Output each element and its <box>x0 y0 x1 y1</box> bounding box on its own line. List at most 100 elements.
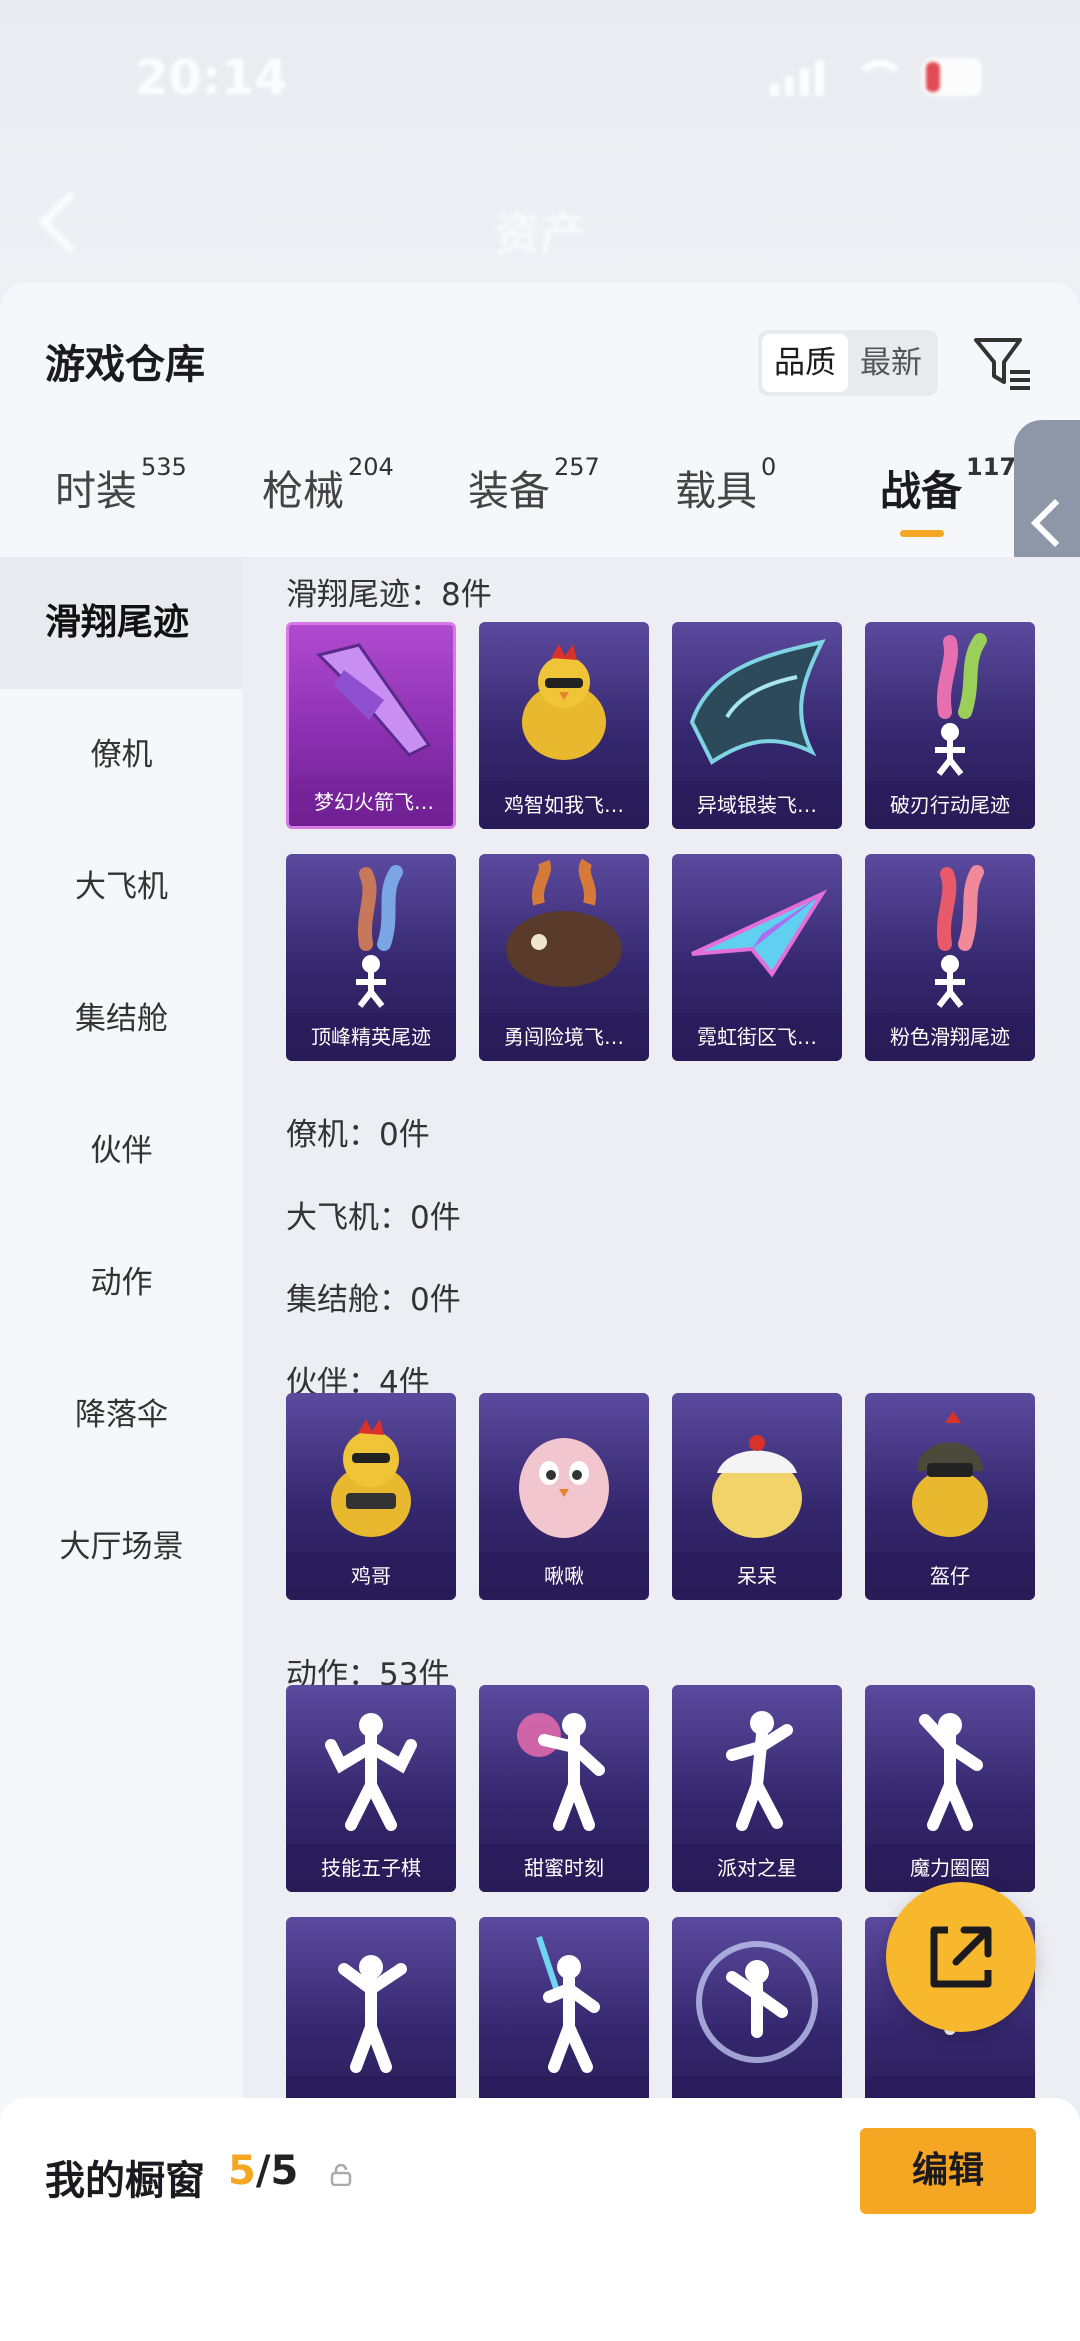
nav-title: 资产 <box>494 207 586 261</box>
tab-count: 117 <box>966 453 1017 481</box>
item-name: 顶峰精英尾迹 <box>286 1013 456 1061</box>
item-name: 鸡哥 <box>286 1552 456 1600</box>
category-tabs: 时装 535 枪械 204 装备 257 载具 0 战备 117 <box>0 437 1080 547</box>
share-button[interactable] <box>886 1882 1036 2032</box>
item-card[interactable]: 梦幻火箭飞… <box>286 622 456 829</box>
item-name: 勇闯险境飞… <box>479 1013 649 1061</box>
smoke-trail-art <box>935 633 987 776</box>
sort-toggle: 品质 最新 <box>758 330 938 396</box>
smoke-trail-art <box>356 865 403 1008</box>
item-card[interactable]: 啾啾 <box>479 1393 649 1600</box>
item-name: 鸡智如我飞… <box>479 781 649 829</box>
tab-count: 0 <box>761 453 777 481</box>
sidebar-item-glide-trail[interactable]: 滑翔尾迹 <box>0 557 243 689</box>
share-icon <box>930 1926 992 1988</box>
item-name: 破刃行动尾迹 <box>865 781 1035 829</box>
tab-costume[interactable]: 时装 535 <box>55 453 187 517</box>
sidebar-item-wingman[interactable]: 僚机 <box>0 689 243 821</box>
sheet-header: 游戏仓库 品质 最新 <box>0 282 1080 432</box>
lock-icon <box>330 2164 352 2186</box>
sort-newest-button[interactable]: 最新 <box>848 334 934 392</box>
tab-count: 257 <box>554 453 600 481</box>
tab-guns[interactable]: 枪械 204 <box>262 453 394 517</box>
battery-icon <box>922 58 982 96</box>
item-card[interactable] <box>672 1917 842 2124</box>
dance-figure-art <box>726 1711 793 1831</box>
silver-trail-art <box>689 639 826 765</box>
status-icons <box>770 58 982 96</box>
wifi-icon <box>850 60 907 96</box>
item-card[interactable]: 鸡哥 <box>286 1393 456 1600</box>
edit-button[interactable]: 编辑 <box>860 2128 1036 2214</box>
pink-bird-buddy-art <box>519 1438 609 1538</box>
warehouse-sheet: 游戏仓库 品质 最新 时装 535 枪械 204 装备 257 载具 0 战备 117 滑… <box>0 282 1080 2341</box>
filter-icon[interactable] <box>970 330 1034 394</box>
section-label-pod: 集结舱：0件 <box>286 1282 461 1318</box>
boar-trail-art <box>506 858 622 987</box>
item-name: 技能五子棋 <box>286 1844 456 1892</box>
dance-figure-art <box>338 1955 407 2073</box>
section-label-plane: 大飞机：0件 <box>286 1200 461 1236</box>
item-name: 呆呆 <box>672 1552 842 1600</box>
showcase-count: 5/5 <box>228 2148 299 2194</box>
item-card[interactable]: 呆呆 <box>672 1393 842 1600</box>
sidebar-item-pod[interactable]: 集结舱 <box>0 953 243 1085</box>
item-name: 异域银装飞… <box>672 781 842 829</box>
showcase-label: 我的橱窗 <box>45 2158 205 2204</box>
item-card[interactable] <box>286 1917 456 2124</box>
status-time: 20:14 <box>135 50 288 106</box>
sidebar: 滑翔尾迹 僚机 大飞机 集结舱 伙伴 动作 降落伞 大厅场景 <box>0 557 243 2341</box>
item-card[interactable]: 鸡智如我飞… <box>479 622 649 829</box>
sidebar-item-plane[interactable]: 大飞机 <box>0 821 243 953</box>
dance-figure-art <box>325 1713 417 1831</box>
sidebar-item-emote[interactable]: 动作 <box>0 1217 243 1349</box>
status-bar: 20:14 <box>0 0 1080 150</box>
smoke-trail-art <box>935 865 984 1008</box>
item-card[interactable]: 甜蜜时刻 <box>479 1685 649 1892</box>
dance-figure-art <box>919 1713 983 1831</box>
tab-equipment[interactable]: 装备 257 <box>468 453 600 517</box>
tab-count: 204 <box>348 453 394 481</box>
item-name: 梦幻火箭飞… <box>289 778 453 826</box>
item-card[interactable]: 魔力圈圈 <box>865 1685 1035 1892</box>
item-card[interactable]: 粉色滑翔尾迹 <box>865 854 1035 1061</box>
item-card[interactable]: 破刃行动尾迹 <box>865 622 1035 829</box>
tab-battle-prep[interactable]: 战备 117 <box>880 453 1016 517</box>
item-card[interactable]: 派对之星 <box>672 1685 842 1892</box>
nav-bar: 资产 <box>0 170 1080 280</box>
bubble-dance-art <box>696 1941 818 2063</box>
page-title: 游戏仓库 <box>45 342 205 388</box>
rocket-trail-art <box>316 643 432 757</box>
section-label-wingman: 僚机：0件 <box>286 1117 430 1153</box>
chick-buddy-art <box>712 1435 802 1538</box>
item-name: 霓虹街区飞… <box>672 1013 842 1061</box>
item-name: 甜蜜时刻 <box>479 1844 649 1892</box>
item-name: 粉色滑翔尾迹 <box>865 1013 1035 1061</box>
item-name: 盔仔 <box>865 1552 1035 1600</box>
item-card[interactable]: 异域银装飞… <box>672 622 842 829</box>
content-grid: 滑翔尾迹：8件 梦幻火箭飞… 鸡智如我飞… 异域银装飞… 破刃行动尾迹 顶峰精英… <box>243 557 1080 2341</box>
chicken-trail-art <box>522 644 606 760</box>
item-card[interactable] <box>479 1917 649 2124</box>
signal-icon <box>770 60 824 96</box>
item-card[interactable]: 顶峰精英尾迹 <box>286 854 456 1061</box>
showcase-bar: 我的橱窗 5/5 编辑 <box>0 2098 1080 2341</box>
active-tab-indicator <box>900 530 944 537</box>
tab-vehicles[interactable]: 载具 0 <box>675 453 776 517</box>
sidebar-item-buddy[interactable]: 伙伴 <box>0 1085 243 1217</box>
sort-quality-button[interactable]: 品质 <box>762 334 848 392</box>
item-card[interactable]: 技能五子棋 <box>286 1685 456 1892</box>
item-name: 啾啾 <box>479 1552 649 1600</box>
item-card[interactable]: 勇闯险境飞… <box>479 854 649 1061</box>
tab-count: 535 <box>141 453 187 481</box>
item-card[interactable]: 霓虹街区飞… <box>672 854 842 1061</box>
helmet-buddy-art <box>912 1411 988 1537</box>
dance-figure-art <box>536 1936 600 2073</box>
item-name: 派对之星 <box>672 1844 842 1892</box>
dance-figure-art <box>517 1713 605 1831</box>
section-label-trail: 滑翔尾迹：8件 <box>286 577 492 613</box>
sidebar-item-lobby[interactable]: 大厅场景 <box>0 1481 243 1613</box>
chicken-buddy-art <box>331 1419 411 1537</box>
sidebar-item-parachute[interactable]: 降落伞 <box>0 1349 243 1481</box>
item-card[interactable]: 盔仔 <box>865 1393 1035 1600</box>
